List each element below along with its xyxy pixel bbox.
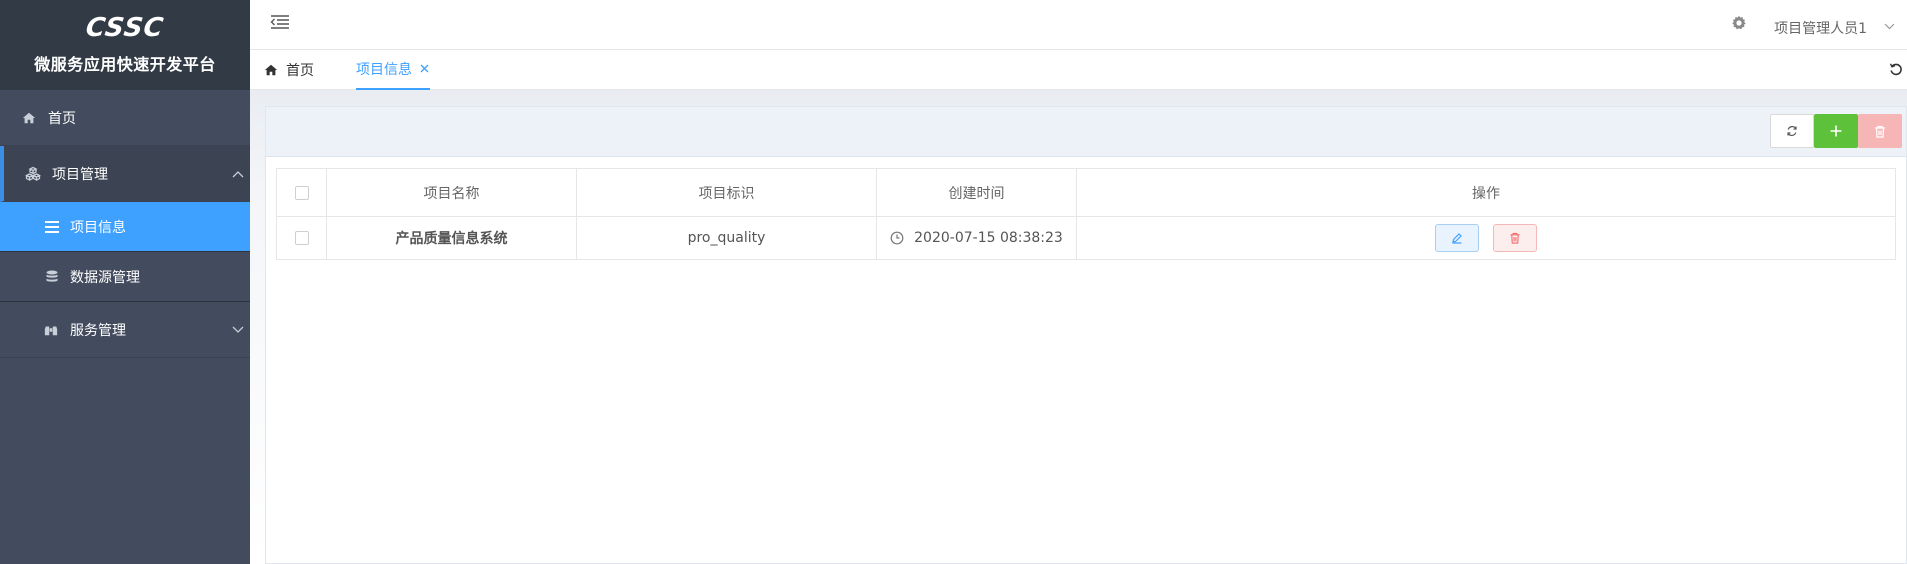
- database-icon: [44, 269, 60, 285]
- sidebar-item-label: 项目管理: [52, 166, 108, 183]
- sidebar-item-label: 首页: [48, 110, 76, 127]
- trash-icon: [1875, 125, 1885, 138]
- row-checkbox[interactable]: [294, 231, 309, 245]
- column-header: 操作: [1076, 168, 1896, 217]
- add-button[interactable]: [1814, 114, 1858, 148]
- list-icon: [44, 219, 60, 235]
- pencil-icon: [1452, 233, 1462, 244]
- chevron-down-icon: [232, 323, 244, 337]
- clock-icon: [890, 231, 904, 245]
- sidebar-item-label: 服务管理: [70, 322, 126, 339]
- project-table: 项目名称 项目标识 创建时间 操作 产品质量信息系统 pro_quality 2…: [276, 168, 1896, 260]
- tab-home[interactable]: 首页: [264, 50, 314, 90]
- plus-icon: [1830, 125, 1842, 137]
- sidebar-item-label: 项目信息: [70, 219, 126, 236]
- sidebar: CSSC 微服务应用快速开发平台 首页 项目管理 项目信息 数据源管理 服务管理: [0, 0, 250, 564]
- trash-icon: [1510, 232, 1520, 244]
- brand: CSSC 微服务应用快速开发平台: [0, 0, 250, 90]
- created-time-cell: 2020-07-15 08:38:23: [876, 216, 1077, 260]
- user-menu[interactable]: 项目管理人员1: [1774, 18, 1867, 38]
- select-all-cell: [276, 168, 327, 217]
- column-header: 项目标识: [576, 168, 877, 217]
- top-header: 项目管理人员1: [250, 0, 1907, 50]
- table-header-row: 项目名称 项目标识 创建时间 操作: [276, 168, 1896, 217]
- refresh-icon: [1787, 125, 1797, 137]
- actions-cell: [1076, 216, 1896, 260]
- project-identifier-cell: pro_quality: [576, 216, 877, 260]
- edit-button[interactable]: [1434, 224, 1479, 252]
- chevron-down-icon[interactable]: [1884, 19, 1895, 33]
- sidebar-item-service-management[interactable]: 服务管理: [0, 302, 250, 358]
- brand-logo: CSSC: [84, 13, 166, 43]
- row-delete-button[interactable]: [1493, 224, 1538, 252]
- tab-label: 项目信息: [356, 62, 412, 78]
- gear-icon[interactable]: [1731, 15, 1747, 31]
- chevron-up-icon: [232, 167, 244, 181]
- column-header: 创建时间: [876, 168, 1077, 217]
- home-icon: [264, 63, 278, 77]
- sidebar-item-project-info[interactable]: 项目信息: [0, 202, 250, 252]
- created-time-text: 2020-07-15 08:38:23: [914, 230, 1063, 246]
- toolbar: [266, 107, 1906, 157]
- sidebar-item-datasource[interactable]: 数据源管理: [0, 252, 250, 302]
- project-name-cell: 产品质量信息系统: [326, 216, 577, 260]
- delete-button[interactable]: [1858, 114, 1902, 148]
- reload-icon[interactable]: [1889, 62, 1905, 78]
- tab-label: 首页: [286, 63, 314, 79]
- project-list-panel: 项目名称 项目标识 创建时间 操作 产品质量信息系统 pro_quality 2…: [265, 106, 1907, 564]
- collapse-menu-icon[interactable]: [270, 14, 290, 34]
- close-icon[interactable]: [420, 62, 429, 77]
- refresh-button[interactable]: [1770, 114, 1814, 148]
- cubes-icon: [24, 165, 42, 183]
- brand-title: 微服务应用快速开发平台: [34, 55, 216, 74]
- sidebar-item-project-management[interactable]: 项目管理: [0, 146, 250, 202]
- tab-project-info[interactable]: 项目信息: [356, 50, 430, 90]
- row-select-cell: [276, 216, 327, 260]
- home-icon: [20, 109, 38, 127]
- binoculars-icon: [42, 321, 60, 339]
- select-all-checkbox[interactable]: [294, 185, 309, 200]
- table-row: 产品质量信息系统 pro_quality 2020-07-15 08:38:23: [276, 216, 1896, 260]
- column-header: 项目名称: [326, 168, 577, 217]
- tab-bar: 首页 项目信息: [250, 50, 1907, 90]
- sidebar-item-home[interactable]: 首页: [0, 90, 250, 146]
- sidebar-item-label: 数据源管理: [70, 269, 140, 286]
